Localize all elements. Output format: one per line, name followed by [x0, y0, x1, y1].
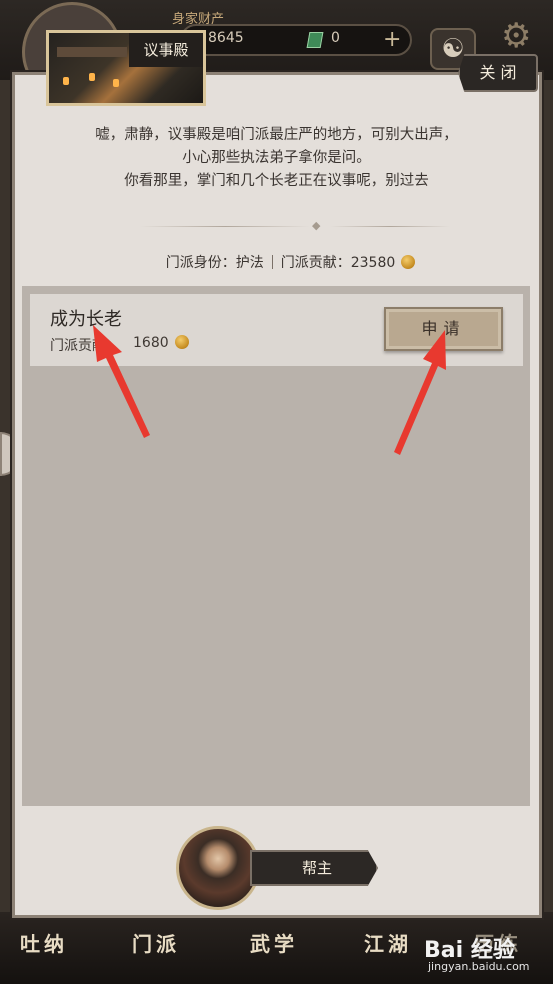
leader-title-tag[interactable]: 帮主: [250, 850, 378, 886]
annotation-arrows: [93, 325, 446, 455]
arrow-to-title-icon: [93, 325, 150, 438]
leader-avatar[interactable]: [176, 826, 260, 910]
arrow-to-apply-icon: [394, 330, 446, 455]
